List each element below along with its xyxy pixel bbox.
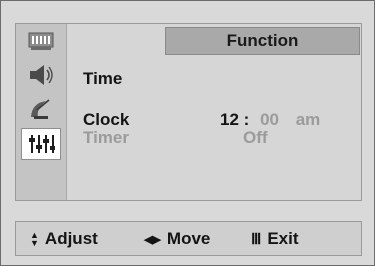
picture-icon[interactable] [22,26,60,56]
move-label: Move [166,229,211,248]
adjust-hint: ▲ ▼ Adjust [30,229,98,249]
menu-exit-icon: Ⅲ [251,231,262,248]
osd-menu-panel: Function Time Clock 12 : 00 am Timer Off [15,23,362,201]
section-label-time: Time [83,69,123,88]
up-down-arrow-icon: ▲ ▼ [30,230,39,248]
antenna-icon[interactable] [22,94,60,124]
clock-value[interactable]: 12 : 00 am [220,110,320,130]
control-hint-bar: ▲ ▼ Adjust ◀▶ Move Ⅲ Exit [15,221,362,256]
clock-hour[interactable]: 12 [220,110,239,129]
timer-label[interactable]: Timer [83,128,129,148]
clock-label[interactable]: Clock [83,110,129,130]
left-right-arrow-icon: ◀▶ [144,233,161,246]
exit-hint: Ⅲ Exit [251,229,299,249]
speaker-icon[interactable] [22,60,60,90]
timer-value[interactable]: Off [243,128,268,148]
function-sliders-icon[interactable] [21,128,61,160]
exit-label: Exit [267,229,299,248]
move-hint: ◀▶ Move [144,229,210,249]
menu-title: Function [165,27,360,55]
tv-osd-frame: Function Time Clock 12 : 00 am Timer Off… [0,0,375,266]
clock-ampm[interactable]: am [296,110,321,129]
menu-icon-column [16,24,67,200]
adjust-label: Adjust [44,229,98,248]
clock-minute[interactable]: 00 [260,110,279,129]
clock-separator: : [243,110,250,129]
